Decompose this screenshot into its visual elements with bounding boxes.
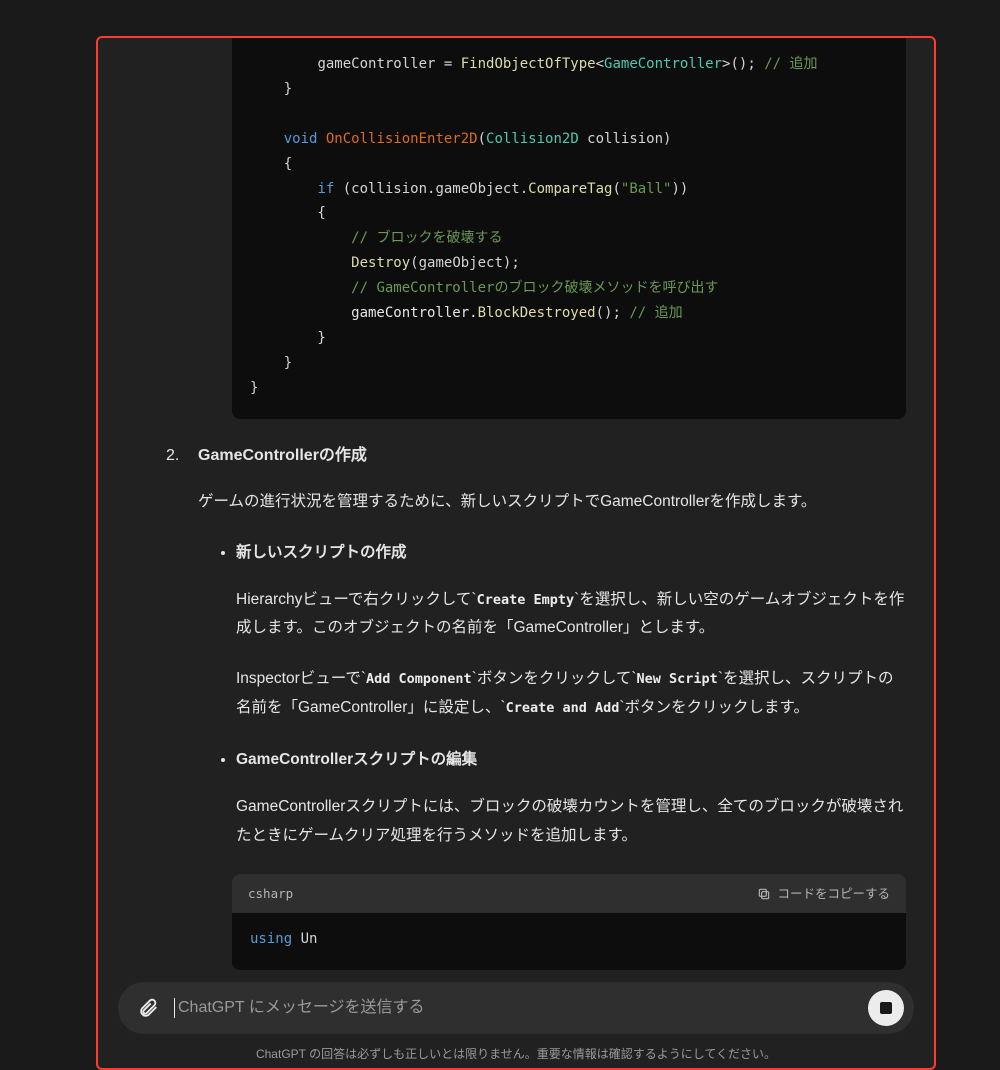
code-lang-label: csharp [248, 882, 293, 905]
step-2-description: ゲームの進行状況を管理するために、新しいスクリプトでGameController… [198, 488, 906, 517]
inline-code: Create and Add [506, 700, 620, 716]
disclaimer-text: ChatGPT の回答は必ずしも正しいとは限りません。重要な情報は確認するように… [98, 1045, 934, 1062]
chat-input-bar [118, 982, 914, 1034]
step-2-heading: 2. GameControllerの作成 [166, 441, 906, 471]
code-block-1-body[interactable]: gameController = FindObjectOfType<GameCo… [232, 38, 906, 419]
subitem-body: Hierarchyビューで右クリックして`Create Empty`を選択し、新… [236, 586, 906, 643]
inline-code: New Script [637, 671, 718, 687]
code-block-1: gameController = FindObjectOfType<GameCo… [232, 38, 906, 419]
step-2-sublist: 新しいスクリプトの作成 Hierarchyビューで右クリックして`Create … [236, 539, 906, 850]
subitem-body: GameControllerスクリプトには、ブロックの破壊カウントを管理し、全て… [236, 793, 906, 850]
code-block-header: csharp コードをコピーする [232, 874, 906, 913]
list-item: 新しいスクリプトの作成 Hierarchyビューで右クリックして`Create … [236, 539, 906, 722]
code-block-2-body[interactable]: using Un [232, 913, 906, 970]
message-input-wrap[interactable] [174, 998, 858, 1018]
inline-code: Create Empty [477, 592, 575, 608]
stop-generating-button[interactable] [868, 990, 904, 1026]
message-input[interactable] [174, 998, 858, 1018]
step-title: GameControllerの作成 [198, 441, 367, 471]
subitem-title: GameControllerスクリプトの編集 [236, 746, 906, 775]
inline-code: Add Component [366, 671, 472, 687]
list-item: GameControllerスクリプトの編集 GameControllerスクリ… [236, 746, 906, 850]
paperclip-icon [137, 997, 159, 1019]
message-scroll-area[interactable]: gameController = FindObjectOfType<GameCo… [98, 38, 934, 1068]
attach-button[interactable] [132, 992, 164, 1024]
clipboard-icon [757, 887, 771, 901]
chat-panel: gameController = FindObjectOfType<GameCo… [96, 36, 936, 1070]
code-block-2: csharp コードをコピーする using Un [232, 874, 906, 970]
assistant-message: gameController = FindObjectOfType<GameCo… [98, 38, 934, 970]
subitem-title: 新しいスクリプトの作成 [236, 539, 906, 568]
stop-icon [880, 1002, 892, 1014]
step-number: 2. [166, 441, 184, 471]
subitem-body: Inspectorビューで`Add Component`ボタンをクリックして`N… [236, 665, 906, 722]
copy-code-button[interactable]: コードをコピーする [757, 882, 890, 905]
